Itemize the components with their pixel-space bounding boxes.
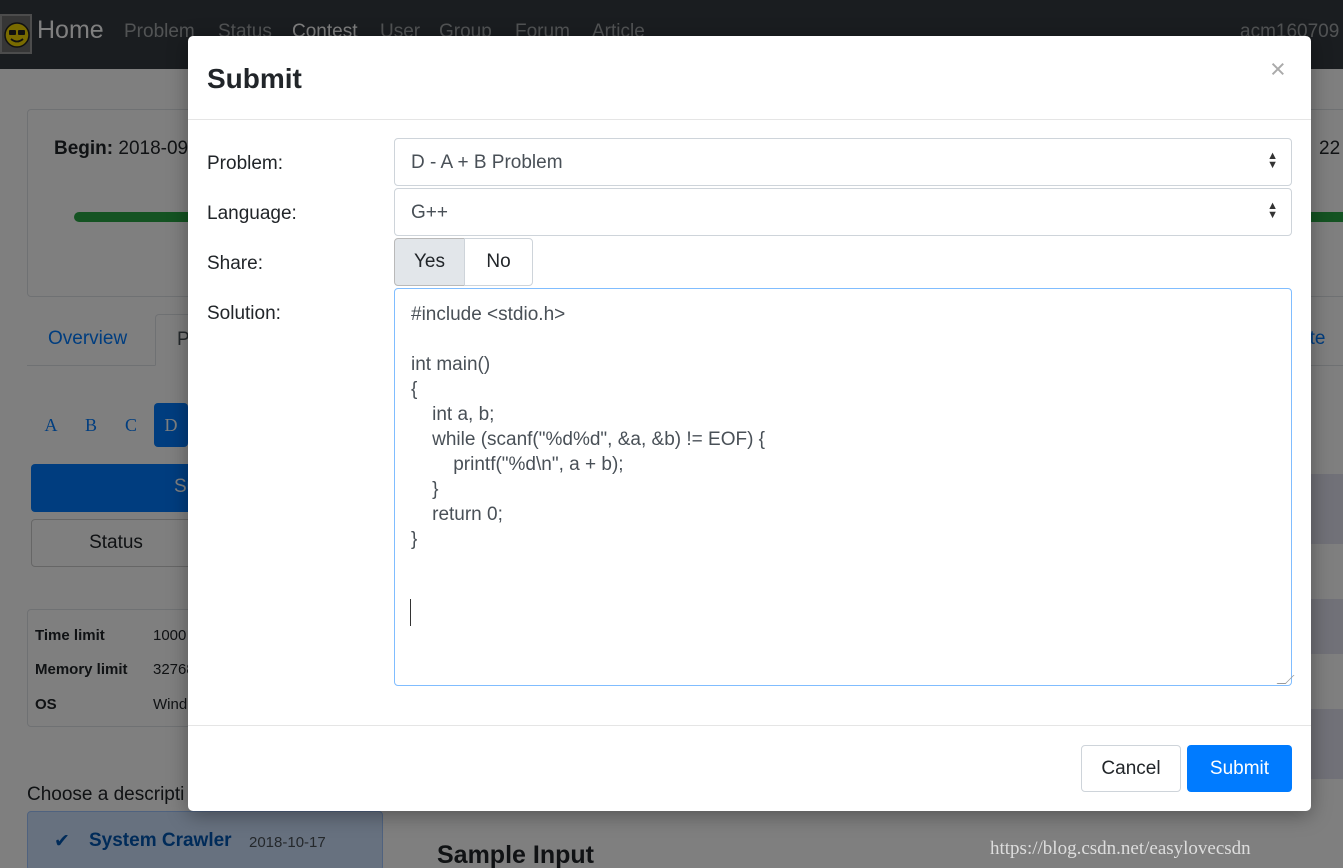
submit-button[interactable]: Submit <box>1187 745 1292 792</box>
modal-title: Submit <box>207 63 302 94</box>
problem-label: Problem: <box>207 153 284 174</box>
modal-header-divider <box>188 119 1311 120</box>
submit-modal: Submit × Problem: D - A + B Problem ▲ ▼ L… <box>188 36 1311 811</box>
share-no-button[interactable]: No <box>464 238 533 286</box>
sort-caret-icon: ▲ ▼ <box>1267 200 1278 221</box>
solution-textarea[interactable]: #include <stdio.h> int main() { int a, b… <box>394 288 1292 686</box>
solution-label: Solution: <box>207 303 281 324</box>
text-cursor <box>410 599 411 626</box>
language-select[interactable]: G++ ▲ ▼ <box>394 188 1292 236</box>
language-label: Language: <box>207 203 297 224</box>
cancel-button[interactable]: Cancel <box>1081 745 1181 792</box>
sort-caret-icon: ▲ ▼ <box>1267 150 1278 171</box>
watermark-text: https://blog.csdn.net/easylovecsdn <box>990 838 1251 859</box>
share-label: Share: <box>207 253 263 274</box>
modal-footer-divider <box>188 725 1311 726</box>
close-icon[interactable]: × <box>1270 56 1286 83</box>
problem-select-value: D - A + B Problem <box>411 152 563 173</box>
problem-select[interactable]: D - A + B Problem ▲ ▼ <box>394 138 1292 186</box>
share-yes-button[interactable]: Yes <box>394 238 465 286</box>
language-select-value: G++ <box>411 202 448 223</box>
